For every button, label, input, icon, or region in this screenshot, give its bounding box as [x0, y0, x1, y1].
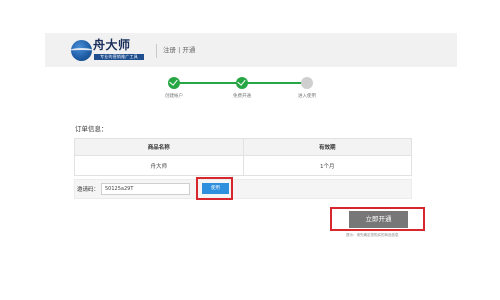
progress-steps: 创建帐户 免费开通 进入使用 [150, 75, 340, 103]
checkmark-icon [169, 77, 178, 86]
page-title: 注册 | 开通 [163, 46, 196, 54]
step-label-free-activate: 免费开通 [233, 94, 251, 99]
step-label-enter-use: 进入使用 [298, 94, 316, 99]
invite-code-input[interactable] [101, 183, 190, 195]
order-info-title: 订单信息： [75, 125, 108, 133]
header-bar: 舟大师 专业的营销推广工具 注册 | 开通 [45, 33, 457, 67]
checkmark-icon [237, 77, 246, 86]
logo-tagline: 专业的营销推广工具 [94, 54, 144, 60]
invite-code-label: 邀请码： [77, 187, 100, 193]
table-row: 舟大师 1个月 [74, 155, 412, 176]
step-1-complete-icon [168, 77, 180, 89]
open-now-button[interactable]: 立即开通 [349, 211, 408, 228]
validity-cell: 1个月 [242, 155, 412, 176]
column-header-validity: 有效期 [242, 138, 412, 156]
table-header-row: 商品名称 有效期 [74, 138, 412, 156]
hint-note: 提示：请先确定您购买的商品信息 [346, 233, 399, 237]
step-3-pending-icon [301, 77, 313, 89]
column-header-product: 商品名称 [74, 138, 244, 156]
step-connector [242, 82, 307, 84]
product-name-cell: 舟大师 [74, 155, 244, 176]
logo-text: 舟大师 [93, 38, 131, 52]
invite-code-row: 邀请码： 使用 [74, 177, 412, 200]
step-label-create-account: 创建帐户 [165, 94, 183, 99]
order-table: 商品名称 有效期 舟大师 1个月 [74, 138, 412, 176]
open-button-highlight: 立即开通 [330, 207, 425, 231]
brand-logo[interactable]: 舟大师 专业的营销推广工具 [69, 38, 146, 63]
step-2-complete-icon [236, 77, 248, 89]
use-button[interactable]: 使用 [202, 183, 229, 194]
step-connector [174, 82, 238, 84]
logo-swoosh-icon [69, 48, 94, 54]
use-button-highlight: 使用 [196, 177, 233, 200]
header-divider [156, 44, 157, 58]
